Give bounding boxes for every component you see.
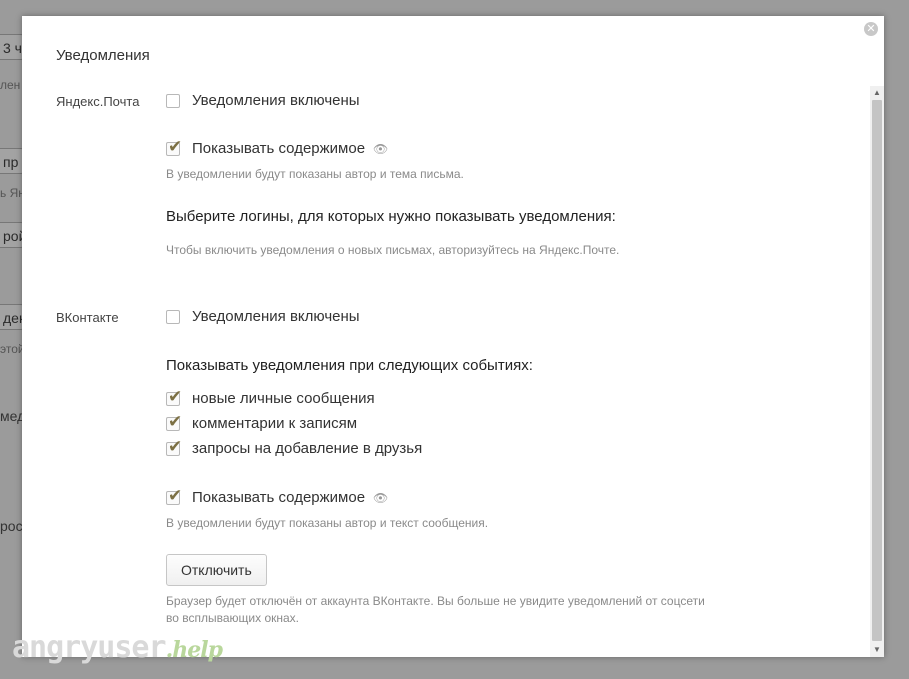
yandex-mail-show-content-hint: В уведомлении будут показаны автор и тем… <box>166 167 464 181</box>
vkontakte-show-content-hint: В уведомлении будут показаны автор и тек… <box>166 516 489 530</box>
vkontakte-event-row[interactable]: ✔ запросы на добавление в друзья <box>166 437 423 457</box>
disconnect-hint: во всплывающих окнах. <box>166 611 299 625</box>
watermark-logo: angryuser.help <box>12 630 223 665</box>
background-text: лен <box>0 78 21 92</box>
vkontakte-event-row[interactable]: ✔ комментарии к записям <box>166 412 358 432</box>
checkbox-label: новые личные сообщения <box>192 390 375 407</box>
dialog-content: Яндекс.Почта Уведомления включены ✔ Пока… <box>22 86 870 657</box>
vkontakte-enable-row[interactable]: Уведомления включены <box>166 308 360 325</box>
background-button: 3 ч <box>0 34 24 60</box>
eye-icon[interactable]: 👁 <box>373 491 388 505</box>
yandex-mail-enable-checkbox[interactable] <box>166 93 180 108</box>
checkbox-label: Уведомления включены <box>192 308 360 325</box>
vkontakte-event-row[interactable]: ✔ новые личные сообщения <box>166 387 375 407</box>
event-friend-requests-checkbox[interactable]: ✔ <box>166 437 182 456</box>
eye-icon[interactable]: 👁 <box>373 142 388 156</box>
background-button: рой <box>0 222 24 248</box>
scrollbar[interactable]: ▲ ▼ <box>870 86 884 657</box>
check-icon: ✔ <box>168 411 183 431</box>
scroll-up-icon[interactable]: ▲ <box>870 86 884 100</box>
check-icon: ✔ <box>168 485 183 505</box>
yandex-mail-logins-heading: Выберите логины, для которых нужно показ… <box>166 208 616 225</box>
vkontakte-enable-checkbox[interactable] <box>166 309 180 324</box>
disconnect-button[interactable]: Отключить <box>166 554 267 586</box>
checkbox-label: Показывать содержимое <box>192 489 366 506</box>
background-button: пр <box>0 148 24 174</box>
yandex-mail-enable-row[interactable]: Уведомления включены <box>166 92 360 109</box>
check-icon: ✔ <box>168 436 183 456</box>
yandex-mail-show-content-checkbox[interactable]: ✔ <box>166 137 182 156</box>
watermark-text: angryuser <box>12 630 167 665</box>
checkbox-label: Уведомления включены <box>192 92 360 109</box>
yandex-mail-logins-hint: Чтобы включить уведомления о новых письм… <box>166 243 620 257</box>
section-label-vkontakte: ВКонтакте <box>56 310 119 325</box>
event-comments-checkbox[interactable]: ✔ <box>166 412 182 431</box>
event-messages-checkbox[interactable]: ✔ <box>166 387 182 406</box>
background-button: декс <box>0 304 24 330</box>
dialog-title: Уведомления <box>56 47 150 64</box>
checkbox-label: Показывать содержимое <box>192 140 366 157</box>
scrollbar-thumb[interactable] <box>872 100 882 641</box>
scroll-down-icon[interactable]: ▼ <box>870 643 884 657</box>
check-icon: ✔ <box>168 136 183 156</box>
close-icon[interactable]: ✕ <box>864 22 878 36</box>
disconnect-hint: Браузер будет отключён от аккаунта ВКонт… <box>166 594 705 608</box>
vkontakte-show-content-checkbox[interactable]: ✔ <box>166 486 182 505</box>
section-label-yandex-mail: Яндекс.Почта <box>56 94 140 109</box>
check-icon: ✔ <box>168 386 183 406</box>
watermark-suffix: .help <box>165 637 223 663</box>
background-text: этой <box>0 342 25 356</box>
checkbox-label: запросы на добавление в друзья <box>192 440 423 457</box>
vkontakte-events-heading: Показывать уведомления при следующих соб… <box>166 357 533 374</box>
yandex-mail-show-content-row[interactable]: ✔ Показывать содержимое 👁 <box>166 137 388 157</box>
checkbox-label: комментарии к записям <box>192 415 358 432</box>
notifications-dialog: ✕ Уведомления Яндекс.Почта Уведомления в… <box>22 16 884 657</box>
vkontakte-show-content-row[interactable]: ✔ Показывать содержимое 👁 <box>166 486 388 506</box>
